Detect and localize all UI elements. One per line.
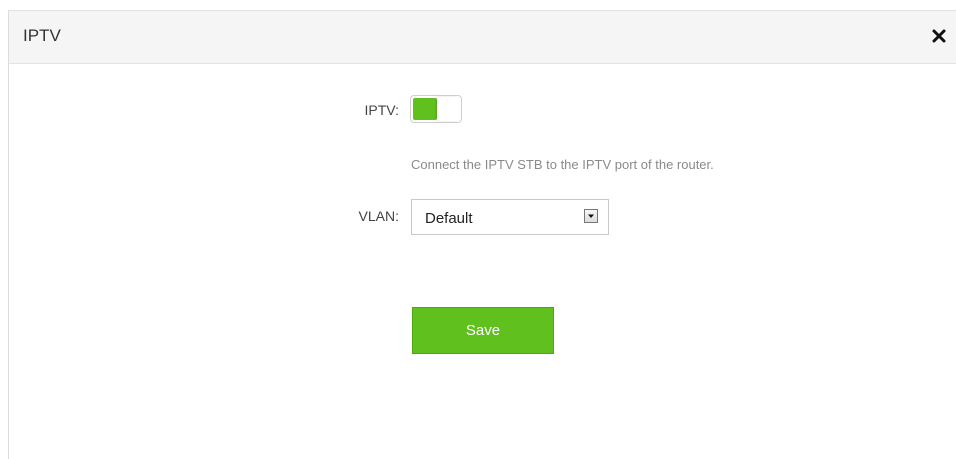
toggle-knob (437, 97, 459, 121)
save-button[interactable]: Save (412, 307, 554, 354)
iptv-hint-text: Connect the IPTV STB to the IPTV port of… (411, 157, 714, 172)
vlan-select[interactable]: Default (411, 199, 609, 235)
vlan-selected-value: Default (425, 210, 473, 227)
chevron-down-icon[interactable] (584, 209, 598, 223)
iptv-dialog: IPTV IPTV: Connect the IPTV STB to the I… (8, 10, 956, 459)
close-icon (932, 29, 946, 43)
iptv-toggle[interactable] (410, 95, 462, 123)
close-button[interactable] (926, 23, 952, 49)
dialog-title: IPTV (23, 26, 61, 45)
vlan-label: VLAN: (358, 208, 399, 224)
toggle-on-fill (413, 98, 437, 120)
dialog-header: IPTV (9, 11, 956, 64)
iptv-label: IPTV: (364, 102, 400, 118)
